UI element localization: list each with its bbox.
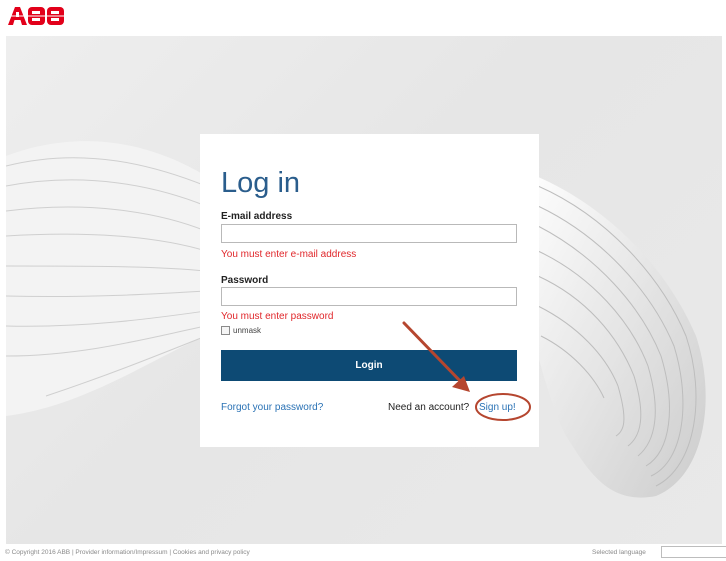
language-select[interactable] — [661, 546, 726, 558]
email-field[interactable] — [221, 224, 517, 243]
page-title: Log in — [221, 167, 301, 199]
sign-up-link[interactable]: Sign up! — [479, 402, 516, 413]
unmask-label: unmask — [233, 326, 262, 335]
login-button[interactable]: Login — [221, 350, 517, 381]
email-label: E-mail address — [221, 211, 293, 222]
need-account-text: Need an account? — [388, 402, 470, 413]
email-error: You must enter e-mail address — [221, 249, 357, 260]
abb-logo — [8, 6, 66, 28]
checkbox-icon[interactable] — [221, 326, 230, 335]
unmask-checkbox[interactable]: unmask — [221, 326, 261, 335]
password-error: You must enter password — [221, 311, 334, 322]
language-label: Selected language — [592, 549, 646, 556]
footer-copyright: © Copyright 2016 ABB | Provider informat… — [5, 549, 250, 556]
login-card: Log in E-mail address You must enter e-m… — [200, 134, 539, 447]
abb-logo-icon — [8, 7, 66, 25]
password-label: Password — [221, 275, 269, 286]
hero-background: Log in E-mail address You must enter e-m… — [6, 36, 722, 544]
password-field[interactable] — [221, 287, 517, 306]
forgot-password-link[interactable]: Forgot your password? — [221, 402, 323, 413]
